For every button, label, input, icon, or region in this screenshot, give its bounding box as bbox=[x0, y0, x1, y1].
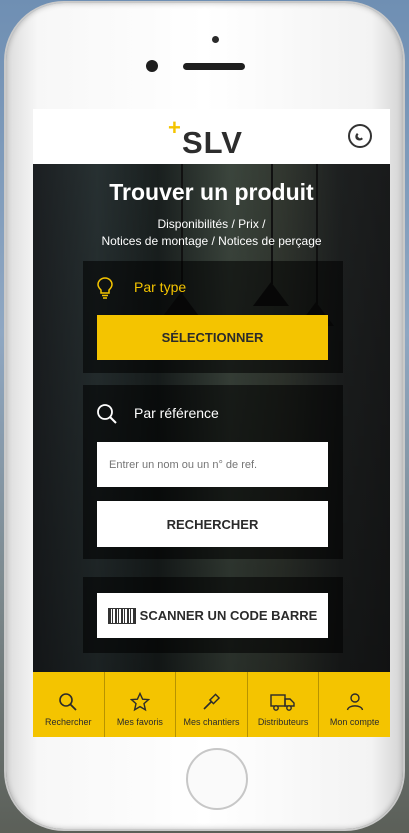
bottom-tab-bar: Rechercher Mes favoris Mes chantiers Dis… bbox=[33, 672, 390, 737]
search-icon bbox=[97, 404, 117, 424]
tab-rechercher[interactable]: Rechercher bbox=[33, 672, 105, 737]
app-screen: + SLV Trouver un produit Disponibilités … bbox=[33, 109, 390, 737]
tab-chantiers[interactable]: Mes chantiers bbox=[176, 672, 248, 737]
tab-label: Mes chantiers bbox=[183, 717, 240, 727]
truck-icon bbox=[270, 694, 295, 711]
slv-logo: + SLV bbox=[168, 115, 258, 160]
reference-search-input[interactable] bbox=[97, 442, 328, 487]
tab-label: Distributeurs bbox=[257, 717, 309, 727]
tab-label: Mes favoris bbox=[116, 717, 163, 727]
by-reference-label: Par référence bbox=[134, 405, 219, 421]
page-subtitle: Disponibilités / Prix / Notices de monta… bbox=[33, 216, 390, 250]
subtitle-line: Disponibilités / Prix / bbox=[157, 217, 266, 231]
earpiece-speaker bbox=[183, 63, 245, 70]
tab-mon-compte[interactable]: Mon compte bbox=[319, 672, 390, 737]
app-header: + SLV bbox=[33, 109, 390, 164]
tab-favoris[interactable]: Mes favoris bbox=[105, 672, 177, 737]
tab-distributeurs[interactable]: Distributeurs bbox=[248, 672, 320, 737]
search-button[interactable]: RECHERCHER bbox=[97, 501, 328, 547]
user-icon bbox=[346, 693, 363, 711]
subtitle-line: Notices de montage / Notices de perçage bbox=[101, 234, 322, 248]
tab-label: Rechercher bbox=[45, 717, 92, 727]
phone-icon bbox=[355, 133, 363, 141]
scan-barcode-button[interactable]: SCANNER UN CODE BARRE bbox=[97, 593, 328, 638]
logo-plus-mark: + bbox=[168, 115, 181, 140]
page-title: Trouver un produit bbox=[109, 179, 314, 205]
lightbulb-icon bbox=[97, 277, 113, 299]
scan-barcode-label: SCANNER UN CODE BARRE bbox=[139, 608, 318, 623]
barcode-icon bbox=[107, 607, 136, 624]
front-camera bbox=[146, 60, 158, 72]
by-type-label: Par type bbox=[134, 279, 187, 295]
home-button[interactable] bbox=[186, 748, 248, 810]
phone-call-button[interactable] bbox=[348, 124, 372, 148]
logo-text: SLV bbox=[182, 125, 243, 160]
select-button[interactable]: SÉLECTIONNER bbox=[97, 315, 328, 360]
search-icon bbox=[59, 693, 77, 711]
tab-label: Mon compte bbox=[329, 717, 380, 727]
front-sensor bbox=[212, 36, 219, 43]
star-icon bbox=[129, 692, 150, 712]
screwdriver-icon bbox=[203, 693, 221, 710]
